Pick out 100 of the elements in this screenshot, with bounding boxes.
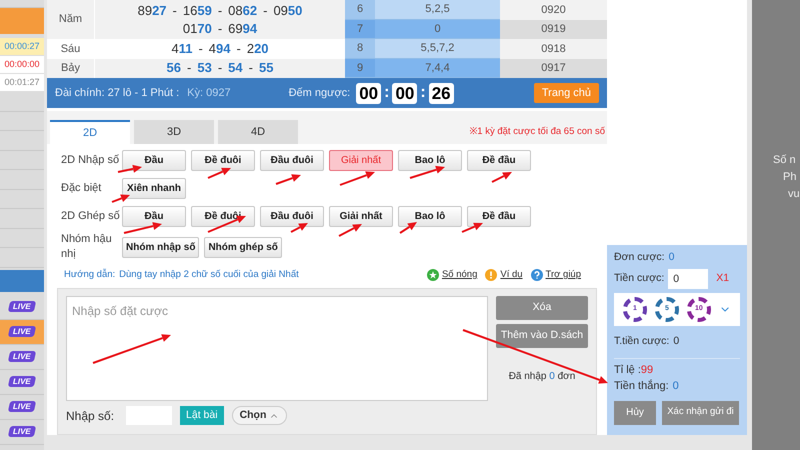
arrow-annotation: [340, 171, 375, 186]
table-cell: 0920: [500, 0, 607, 20]
tab[interactable]: 2D: [50, 120, 130, 144]
row-label: Đặc biệt: [61, 180, 102, 196]
separator-text: -: [187, 59, 192, 78]
countdown-digits: 26: [428, 82, 454, 104]
separator-text: -: [218, 20, 222, 38]
tab[interactable]: 4D: [218, 120, 298, 144]
arrow-annotation: [338, 224, 362, 237]
table-cell: 7,4,4: [375, 58, 500, 78]
main-label: Đài chính: 27 lô - 1 Phút :: [55, 86, 180, 101]
live-badge: LIVE: [8, 401, 36, 412]
bet-type-button[interactable]: Đầu đuôi: [260, 150, 324, 170]
table-cell: 9: [345, 58, 375, 78]
order-label: Đơn cược:: [614, 250, 665, 265]
bet-type-button[interactable]: Đầu: [122, 206, 186, 226]
help-link[interactable]: Trợ giúp: [546, 268, 581, 282]
warning-icon: [485, 269, 498, 282]
arrow-annotation: [276, 174, 301, 185]
result-number: 0170: [182, 20, 212, 38]
help-link[interactable]: Ví dụ: [500, 268, 523, 282]
bet-input-field[interactable]: Nhập số đặt cược: [66, 296, 488, 402]
star-icon: [426, 269, 439, 282]
table-cell: 0917: [500, 58, 607, 78]
choose-button[interactable]: Chọn: [232, 406, 288, 426]
countdown-colon: :: [384, 83, 390, 103]
sidebar-item[interactable]: [0, 150, 44, 170]
table-cell: 6: [345, 0, 375, 20]
help-icon: [530, 269, 543, 282]
table-cell: 7: [345, 20, 375, 39]
result-number: 0950: [273, 2, 302, 20]
arrow-annotation: [208, 168, 231, 179]
result-number: 220: [246, 40, 269, 58]
odds-value: 99: [640, 362, 654, 378]
bet-type-button[interactable]: Đầu đuôi: [260, 206, 324, 226]
arrow-annotation: [399, 222, 417, 234]
timer-item[interactable]: 00:01:27: [0, 74, 44, 92]
result-number: 8927: [138, 2, 167, 20]
separator-text: -: [236, 40, 241, 58]
bet-type-button[interactable]: Bao lô: [398, 150, 462, 170]
total-label: T.tiền cược:: [614, 334, 670, 349]
bet-type-button[interactable]: Đề đầu: [467, 206, 531, 226]
bet-type-button[interactable]: Đầu: [122, 150, 186, 170]
arrow-annotation: [118, 164, 142, 173]
win-label: Tiền thắng:: [614, 378, 669, 394]
bet-type-button[interactable]: Đề đuôi: [191, 150, 255, 170]
countdown-digits: 00: [392, 82, 418, 104]
arrow-annotation: [462, 222, 483, 233]
number-entry-label: Nhập số:: [66, 408, 114, 425]
sidebar-item[interactable]: [0, 228, 44, 248]
total-value: 0: [673, 334, 680, 349]
bet-type-button[interactable]: Nhóm nhập số: [122, 236, 200, 258]
arrow-annotation: [290, 223, 308, 233]
result-number: 0862: [228, 2, 258, 20]
row-label: Nhóm hậu nhị: [61, 232, 113, 262]
side-notice-text: vu: [788, 187, 800, 202]
order-count: 0: [668, 250, 674, 265]
live-item[interactable]: LIVE: [0, 344, 44, 370]
arrow-annotation: [112, 194, 130, 203]
sidebar-header: [0, 8, 44, 34]
bet-type-button[interactable]: Nhóm ghép số: [204, 236, 282, 258]
live-badge: LIVE: [8, 301, 36, 312]
live-badge: LIVE: [8, 426, 36, 437]
result-number: 6994: [228, 20, 258, 38]
stake-input-field[interactable]: 0: [668, 268, 708, 289]
help-link[interactable]: Số nóng: [442, 268, 478, 282]
table-cell: 0918: [500, 39, 607, 58]
separator-text: -: [218, 2, 222, 20]
odds-label: Tỉ lệ :: [614, 362, 641, 378]
live-item[interactable]: LIVE: [0, 294, 44, 320]
timer-item[interactable]: 00:00:00: [0, 56, 44, 74]
live-item[interactable]: LIVE: [0, 320, 44, 344]
result-number: 411: [171, 40, 192, 58]
bet-type-button[interactable]: Đề đầu: [467, 150, 531, 170]
bet-type-button[interactable]: Bao lô: [398, 206, 462, 226]
win-value: 0: [672, 379, 679, 394]
result-number: 55: [258, 59, 274, 78]
side-notice-text: Ph: [783, 170, 796, 185]
result-number: 56: [166, 59, 182, 78]
arrow-annotation: [410, 166, 445, 179]
bet-type-button[interactable]: Xiên nhanh: [122, 178, 186, 198]
sidebar-item[interactable]: [0, 112, 44, 131]
table-cell: 5,5,7,2: [375, 39, 500, 58]
live-item[interactable]: LIVE: [0, 420, 44, 444]
row-label: 2D Ghép số: [61, 208, 121, 224]
sidebar-item[interactable]: [0, 190, 44, 209]
table-cell: 0919: [500, 20, 607, 39]
live-item[interactable]: LIVE: [0, 394, 44, 420]
table-cell: 0: [375, 20, 500, 39]
arrow-annotation: [492, 172, 512, 183]
countdown-label: Đếm ngược:: [288, 86, 350, 101]
separator-text: -: [172, 2, 177, 20]
separator-text: -: [263, 2, 268, 20]
tab[interactable]: 3D: [134, 120, 214, 144]
sidebar-header: [0, 270, 44, 292]
bet-type-button[interactable]: Giải nhất: [329, 206, 393, 226]
result-number: 53: [197, 59, 212, 78]
live-item[interactable]: LIVE: [0, 370, 44, 394]
result-number: 1659: [182, 2, 212, 20]
countdown-digits: 00: [356, 82, 382, 104]
